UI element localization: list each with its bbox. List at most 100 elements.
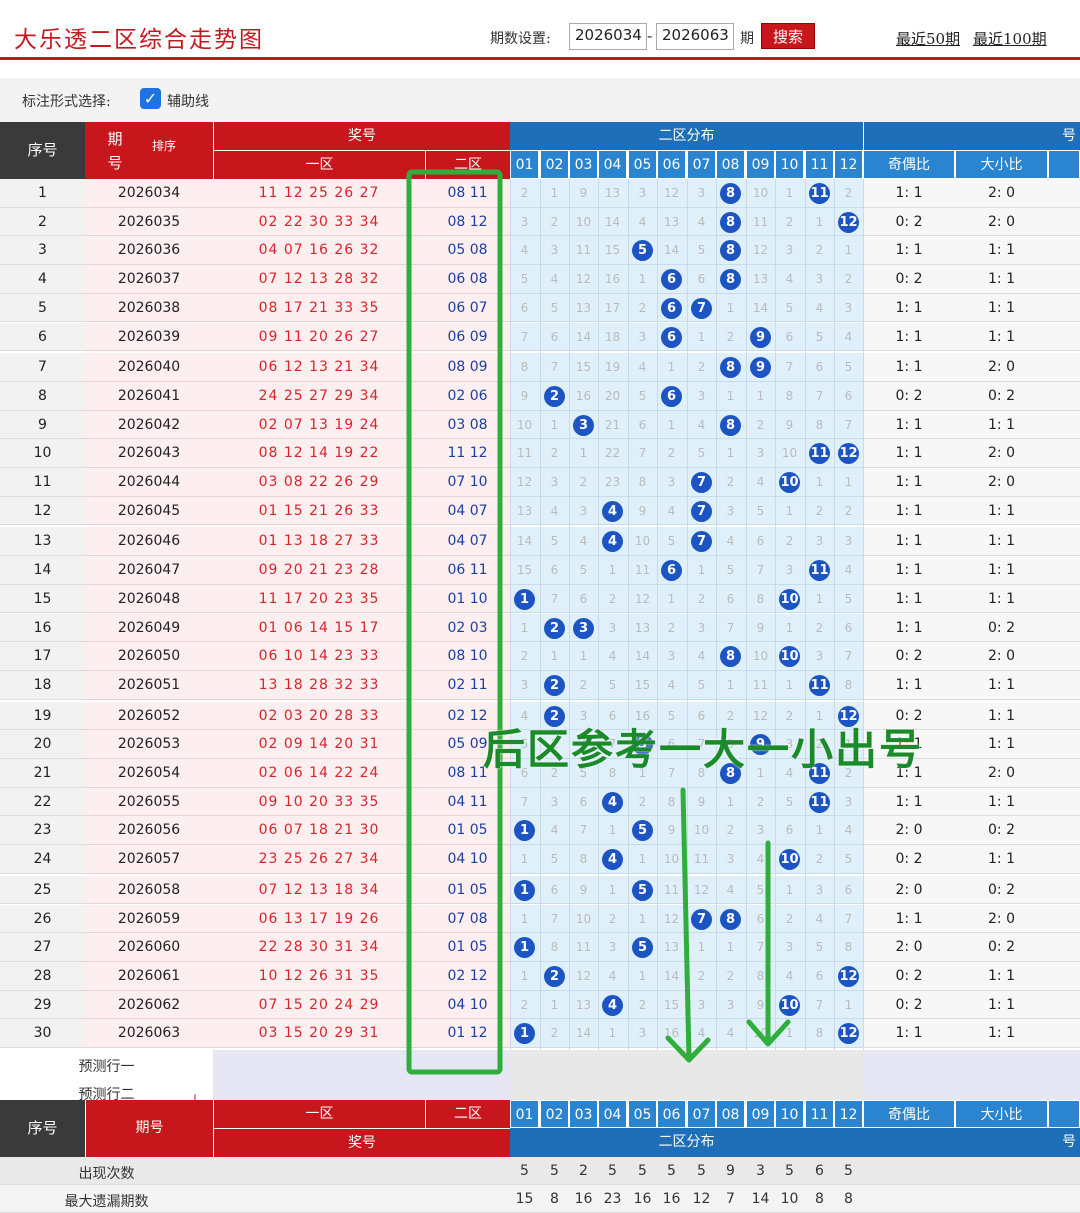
stat-value: 16 — [633, 1191, 652, 1207]
omission-value: 1 — [638, 272, 647, 287]
row-odd-ratio: 0: 2 — [895, 967, 923, 984]
omission-value: 14 — [634, 649, 651, 664]
omission-value: 4 — [785, 272, 794, 287]
omission-value: 4 — [667, 503, 676, 518]
row-seq: 3 — [38, 242, 47, 259]
omission-value: 7 — [520, 329, 529, 344]
row-issue: 2026046 — [117, 533, 181, 550]
ball-02: 2 — [544, 385, 565, 407]
omission-value: 2 — [844, 186, 853, 200]
row-issue: 2026043 — [117, 445, 181, 462]
omission-value: 1 — [608, 563, 617, 578]
omission-value: 14 — [663, 968, 680, 983]
row-odd-ratio: 0: 2 — [895, 851, 923, 868]
ball-11: 11 — [809, 791, 830, 813]
omission-value: 3 — [726, 852, 735, 867]
row-odd-ratio: 1: 1 — [895, 562, 923, 579]
row-issue: 2026053 — [117, 736, 181, 753]
row-big-ratio: 1: 1 — [988, 242, 1015, 259]
omission-value: 14 — [575, 329, 592, 344]
ball-02: 2 — [544, 965, 565, 987]
row-big-ratio: 1: 1 — [988, 533, 1015, 550]
row-zone2: 01 05 — [447, 881, 488, 898]
omission-value: 7 — [550, 591, 559, 606]
omission-value: 12 — [575, 968, 592, 983]
options-bar: 标注形式选择: ✓ 辅助线 — [0, 78, 1080, 122]
row-seq: 5 — [38, 299, 47, 316]
sort-button[interactable]: 排序 — [152, 137, 176, 154]
row-zone2: 06 08 — [447, 271, 488, 288]
row-seq: 17 — [33, 648, 52, 665]
ball-03: 3 — [573, 617, 594, 639]
row-zone1: 11 17 20 23 35 — [258, 590, 380, 607]
aux-line-checkbox[interactable]: ✓ — [140, 88, 161, 109]
omission-value: 12 — [693, 882, 710, 897]
header-seq: 序号 — [0, 122, 85, 179]
omission-value: 1 — [697, 563, 706, 578]
row-odd-ratio: 2: 0 — [895, 939, 923, 956]
omission-value: 7 — [815, 388, 824, 403]
omission-value: 13 — [663, 214, 680, 229]
row-zone2: 04 10 — [447, 851, 488, 868]
row-seq: 30 — [33, 1025, 52, 1042]
omission-value: 10 — [752, 1026, 769, 1041]
footer-col-09: 09 — [746, 1100, 775, 1128]
omission-value: 6 — [785, 823, 794, 838]
col-header-02: 02 — [540, 150, 569, 179]
omission-value: 7 — [726, 620, 735, 635]
row-big-ratio: 0: 2 — [988, 939, 1015, 956]
omission-value: 3 — [697, 186, 706, 200]
footer-right: 号 — [863, 1128, 1080, 1157]
col-header-01: 01 — [510, 150, 539, 179]
predict-dist — [510, 1050, 863, 1106]
period-from-input[interactable]: 2026034 — [569, 23, 647, 50]
ball-06: 6 — [661, 326, 682, 348]
omission-value: 4 — [550, 823, 559, 838]
omission-value: 1 — [667, 417, 676, 432]
omission-value: 6 — [844, 882, 853, 897]
omission-value: 7 — [550, 360, 559, 375]
omission-value: 3 — [638, 1026, 647, 1041]
omission-value: 12 — [663, 186, 680, 200]
omission-value: 1 — [726, 388, 735, 403]
ball-11: 11 — [809, 183, 830, 204]
omission-value: 3 — [520, 677, 529, 692]
ball-10: 10 — [779, 472, 800, 493]
search-button[interactable]: 搜索 — [761, 23, 815, 49]
omission-value: 5 — [579, 563, 588, 578]
period-to-input[interactable]: 2026063 — [656, 23, 734, 50]
omission-value: 8 — [667, 794, 676, 809]
omission-value: 2 — [815, 243, 824, 258]
row-zone2: 08 10 — [447, 648, 488, 665]
row-zone1: 07 12 13 18 34 — [258, 881, 380, 898]
row-big-ratio: 2: 0 — [988, 648, 1015, 665]
row-big-ratio: 1: 1 — [988, 851, 1015, 868]
footer-col-08: 08 — [716, 1100, 745, 1128]
omission-value: 4 — [697, 649, 706, 664]
omission-value: 3 — [844, 300, 853, 315]
omission-value: 1 — [844, 475, 853, 489]
recent-50-link[interactable]: 最近50期 — [896, 28, 960, 49]
omission-value: 1 — [785, 1026, 794, 1041]
row-big-ratio: 1: 1 — [988, 590, 1015, 607]
omission-value: 4 — [638, 214, 647, 229]
omission-value: 1 — [726, 940, 735, 955]
stat-value: 8 — [550, 1191, 559, 1207]
grid-line — [775, 179, 776, 1099]
recent-100-link[interactable]: 最近100期 — [973, 28, 1047, 49]
omission-value: 6 — [756, 534, 765, 549]
col-header-04: 04 — [598, 150, 627, 179]
omission-value: 12 — [575, 272, 592, 287]
omission-value: 3 — [726, 503, 735, 518]
row-issue: 2026040 — [117, 359, 181, 376]
header-big: 大小比 — [955, 150, 1048, 179]
row-odd-ratio: 1: 1 — [895, 590, 923, 607]
omission-value: 10 — [693, 823, 710, 838]
row-zone2: 04 07 — [447, 533, 488, 550]
ball-12: 12 — [838, 211, 859, 233]
omission-value: 2 — [550, 1026, 559, 1041]
omission-value: 2 — [844, 503, 853, 518]
omission-value: 10 — [575, 911, 592, 926]
row-big-ratio: 2: 0 — [988, 185, 1015, 201]
omission-value: 5 — [756, 882, 765, 897]
